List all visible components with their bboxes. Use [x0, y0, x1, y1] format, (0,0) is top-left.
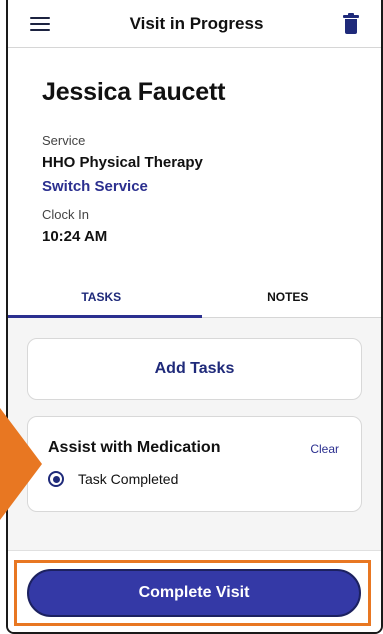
- task-title: Assist with Medication: [48, 439, 221, 456]
- service-value: HHO Physical Therapy: [42, 154, 203, 171]
- active-tab-indicator: [8, 315, 202, 318]
- switch-service-link[interactable]: Switch Service: [42, 178, 381, 195]
- patient-name: Jessica Faucett: [42, 78, 226, 106]
- add-tasks-button[interactable]: Add Tasks: [27, 338, 362, 400]
- clock-in-value: 10:24 AM: [42, 228, 108, 245]
- task-completed-option[interactable]: Task Completed: [48, 471, 339, 487]
- trash-icon[interactable]: [342, 12, 359, 34]
- service-label: Service: [42, 133, 86, 148]
- task-card: Assist with Medication Clear Task Comple…: [27, 416, 362, 512]
- tasks-panel: Add Tasks Assist with Medication Clear T…: [8, 318, 381, 550]
- clock-in-label: Clock In: [42, 207, 89, 222]
- complete-visit-button[interactable]: Complete Visit: [27, 569, 361, 617]
- radio-selected-icon[interactable]: [48, 471, 64, 487]
- phone-screen: Visit in Progress Jessica Faucett Servic…: [6, 0, 383, 634]
- tab-notes[interactable]: NOTES: [195, 288, 382, 317]
- visit-info: Jessica Faucett Service HHO Physical The…: [8, 48, 381, 288]
- hamburger-menu-icon[interactable]: [30, 16, 50, 31]
- footer: Complete Visit: [8, 550, 381, 632]
- app-header: Visit in Progress: [8, 0, 381, 48]
- page-title: Visit in Progress: [129, 13, 264, 33]
- tab-bar: TASKS NOTES: [8, 288, 381, 318]
- clear-button[interactable]: Clear: [310, 442, 339, 456]
- task-completed-label: Task Completed: [78, 471, 179, 487]
- tab-tasks[interactable]: TASKS: [8, 288, 195, 317]
